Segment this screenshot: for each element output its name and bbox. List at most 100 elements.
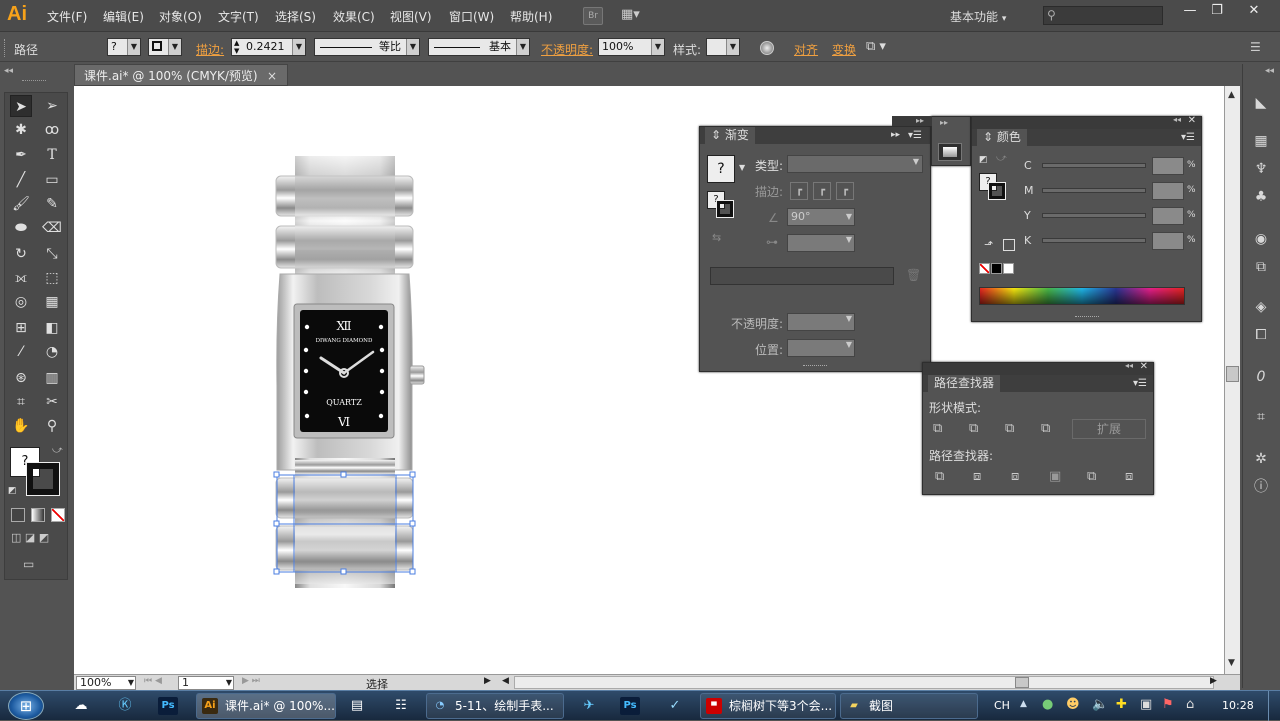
scroll-right-icon[interactable]: ▶ — [1210, 676, 1217, 686]
stroke-swatch[interactable] — [26, 462, 60, 496]
status-menu-icon[interactable]: ▶ — [484, 676, 491, 686]
trim-icon[interactable]: ⧈ — [973, 469, 981, 484]
transparency-panel-icon[interactable] — [938, 143, 962, 161]
lasso-tool-icon[interactable]: ꝏ — [41, 119, 63, 141]
photoshop-window-icon[interactable]: Ps — [620, 697, 640, 715]
gradient-mode-icon[interactable] — [31, 508, 45, 522]
color-tab[interactable]: ⇕ 颜色 — [977, 129, 1027, 146]
symbols-icon[interactable]: ♣ — [1250, 186, 1272, 208]
black-swatch[interactable] — [991, 263, 1002, 274]
color-panel-dock-bar[interactable]: ◂◂ ✕ — [972, 115, 1201, 129]
stroke-panel-icon[interactable]: 0 — [1250, 366, 1272, 388]
brushes-icon[interactable]: ♆ — [1250, 158, 1272, 180]
color-panel-header[interactable]: ⇕ 颜色 ▾☰ — [972, 129, 1201, 146]
aspect-ratio-input[interactable]: ▼ — [787, 234, 855, 252]
mesh-tool-icon[interactable]: ⊞ — [10, 317, 32, 339]
panel-menu-icon[interactable]: ▾☰ — [1133, 375, 1147, 392]
gradient-fill-box[interactable]: ? — [707, 155, 735, 183]
transform-icon[interactable]: ⌗ — [1250, 406, 1272, 428]
none-swatch[interactable] — [979, 263, 990, 274]
default-fill-stroke-icon[interactable]: ◩ — [8, 486, 17, 496]
brush-definition-dropdown[interactable]: 基本 ▼ — [428, 38, 530, 56]
blob-brush-tool-icon[interactable]: ⬬ — [10, 217, 32, 239]
gradient-tool-icon[interactable]: ◧ — [41, 317, 63, 339]
restore-button[interactable]: ❐ — [1203, 2, 1231, 20]
collapse-icon[interactable]: ◂◂ — [4, 66, 13, 76]
artboard-tool-icon[interactable]: ⌗ — [10, 391, 32, 413]
workspace-switcher[interactable]: 基本功能 ▾ — [950, 8, 1006, 25]
taskbar-illustrator-window[interactable]: Ai 课件.ai* @ 100%... — [196, 693, 336, 719]
expand-icon[interactable]: ▸▸ — [940, 118, 948, 127]
photoshop-quicklaunch-icon[interactable]: Ps — [158, 697, 178, 715]
channel-c-slider[interactable] — [1042, 163, 1146, 168]
panel-menu-icon[interactable]: ▾☰ — [908, 127, 922, 144]
expand-icon[interactable]: ▸▸ — [891, 127, 900, 144]
screen-mode-icon[interactable]: ▭ — [23, 557, 47, 573]
panel-dock-bar[interactable]: ▸▸ — [892, 116, 932, 126]
volume-tray-icon[interactable]: 🔈 — [1092, 697, 1108, 712]
k-app-icon[interactable]: Ⓚ — [114, 695, 136, 717]
stroke-box[interactable]: ? — [707, 191, 735, 219]
tray-expand-icon[interactable]: ▲ — [1020, 699, 1027, 709]
unite-icon[interactable]: ⧉ — [933, 421, 942, 436]
slice-tool-icon[interactable]: ✂ — [41, 391, 63, 413]
resize-grip[interactable] — [803, 365, 827, 366]
color-guide-icon[interactable]: ◣ — [1250, 92, 1272, 114]
qq-tray-icon[interactable]: ☻ — [1066, 697, 1080, 712]
network-app-icon[interactable]: ☁ — [70, 695, 92, 717]
minus-back-icon[interactable]: ⧈ — [1125, 469, 1133, 484]
panel-menu-icon[interactable]: ▾☰ — [1181, 129, 1195, 146]
rectangle-tool-icon[interactable]: ▭ — [41, 169, 63, 191]
bridge-button[interactable]: Br — [583, 7, 603, 25]
show-desktop-button[interactable] — [1268, 691, 1280, 721]
selection-tool-icon[interactable]: ➤ — [10, 95, 32, 117]
intersect-icon[interactable]: ⧉ — [1005, 421, 1014, 436]
collapse-icon[interactable]: ◂◂ — [1173, 115, 1181, 124]
page-nav-first-prev-icons[interactable]: ⏮ ◀ — [144, 676, 162, 686]
start-button[interactable]: ⊞ — [8, 692, 44, 720]
recolor-artwork-icon[interactable] — [760, 41, 774, 55]
menu-file[interactable]: 文件(F) — [47, 8, 87, 25]
opacity-label-link[interactable]: 不透明度: — [541, 41, 593, 58]
line-segment-tool-icon[interactable]: ╱ — [10, 169, 32, 191]
eraser-tool-icon[interactable]: ⌫ — [41, 217, 63, 239]
collapse-icon[interactable]: ◂◂ — [1125, 361, 1133, 370]
document-tab[interactable]: 课件.ai* @ 100% (CMYK/预览) × — [74, 64, 288, 86]
layers-icon[interactable]: ◈ — [1250, 296, 1272, 318]
opacity-input[interactable]: ▼ — [787, 313, 855, 331]
network-tray-icon[interactable]: ▣ — [1140, 697, 1152, 712]
taskbar-folder-window[interactable]: ▀ 棕榈树下等3个会... — [700, 693, 836, 719]
isolate-mode-icon[interactable]: ⧉ ▾ — [866, 39, 886, 54]
transform-link[interactable]: 变换 — [832, 41, 856, 58]
artboard-number-dropdown[interactable]: 1 ▼ — [178, 676, 234, 690]
trash-icon[interactable]: 🗑 — [906, 268, 921, 282]
pen-tool-icon[interactable]: ✒ — [10, 144, 32, 166]
info-icon[interactable]: ⓘ — [1250, 476, 1272, 498]
artboards-icon[interactable]: ⧠ — [1250, 324, 1272, 346]
calculator-icon[interactable]: ▤ — [346, 695, 368, 717]
minus-front-icon[interactable]: ⧉ — [969, 421, 978, 436]
wechat-tray-icon[interactable]: ● — [1042, 697, 1053, 712]
color-mode-icon[interactable] — [11, 508, 25, 522]
color-stroke-box[interactable] — [988, 182, 1006, 200]
scroll-left-icon[interactable]: ◀ — [502, 676, 509, 686]
plus-tray-icon[interactable]: ✚ — [1116, 697, 1127, 712]
vertical-scrollbar[interactable]: ▲ ▼ — [1224, 86, 1240, 674]
column-graph-tool-icon[interactable]: ▥ — [41, 367, 63, 389]
arrange-documents-button[interactable]: ▦▾ — [621, 7, 651, 25]
chevron-down-icon[interactable]: ▼ — [739, 163, 745, 172]
stroke-label-link[interactable]: 描边: — [196, 41, 224, 58]
eyedropper-tool-icon[interactable]: ⁄ — [10, 341, 32, 363]
horizontal-scrollbar[interactable] — [514, 676, 1214, 689]
align-link[interactable]: 对齐 — [794, 41, 818, 58]
merge-icon[interactable]: ⧈ — [1011, 469, 1019, 484]
direct-selection-tool-icon[interactable]: ➢ — [41, 95, 63, 117]
close-panel-icon[interactable]: ✕ — [1140, 361, 1148, 372]
symbol-sprayer-tool-icon[interactable]: ⊛ — [10, 367, 32, 389]
channel-m-slider[interactable] — [1042, 188, 1146, 193]
pathfinder-panel-header[interactable]: 路径查找器 ▾☰ — [923, 375, 1153, 392]
scroll-thumb[interactable] — [1015, 677, 1029, 688]
rotate-tool-icon[interactable]: ↻ — [10, 243, 32, 265]
panel-menu-icon[interactable]: ☰ — [1250, 40, 1261, 54]
task-manager-icon[interactable]: ☷ — [390, 695, 412, 717]
